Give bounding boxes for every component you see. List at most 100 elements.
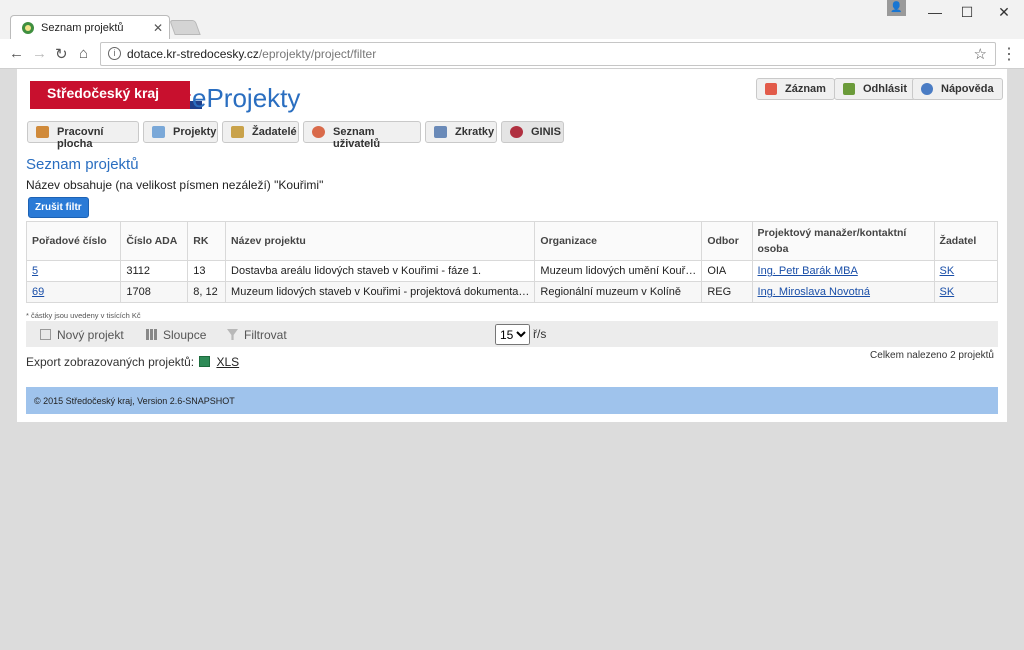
cell-project-name: Muzeum lidových staveb v Kouřimi - proje… [225,281,536,303]
back-icon[interactable]: ← [9,45,24,62]
applicant-link[interactable]: SK [940,265,955,277]
column-header[interactable]: Projektový manažer/kontaktní osoba [751,221,935,261]
column-header[interactable]: Žadatel [933,221,999,261]
calendar-icon [765,83,777,95]
cell-rk: 13 [187,260,227,282]
home-icon [36,126,49,138]
record-button[interactable]: Záznam [756,78,835,100]
help-icon [921,83,933,95]
app-brand: eProjekty [192,83,301,113]
columns-label: Sloupce [163,328,207,342]
cell-department: REG [701,281,753,303]
new-document-icon [40,329,51,340]
applicant-link[interactable]: SK [940,286,955,298]
column-header[interactable]: Pořadové číslo [25,221,122,261]
cell-applicant: SK [933,260,999,282]
scissors-icon [434,126,447,138]
forward-icon[interactable]: → [32,45,47,62]
cell-order-number: 5 [25,260,122,282]
project-link[interactable]: 5 [32,265,38,277]
filter-label: Filtrovat [244,328,287,342]
home-icon[interactable]: ⌂ [79,45,88,62]
excel-icon [199,356,211,367]
new-project-label: Nový projekt [57,328,124,342]
site-info-icon[interactable]: i [108,47,121,60]
table-row: 69 1708 8, 12 Muzeum lidových staveb v K… [25,281,999,303]
browser-tabstrip: Seznam projektů ✕ 👤 — ☐ ✕ [0,0,1024,40]
filter-description: Název obsahuje (na velikost písmen nezál… [26,178,324,192]
nav-applicants[interactable]: Žadatelé [222,121,299,143]
user-profile-icon[interactable]: 👤 [887,0,906,16]
window-close-icon[interactable]: ✕ [990,4,1018,24]
new-project-button[interactable]: Nový projekt [40,328,124,342]
url-path: /eprojekty/project/filter [258,47,377,61]
filter-button[interactable]: Filtrovat [227,328,287,342]
logo-text: Středočeský kraj [47,85,160,101]
total-count: Celkem nalezeno 2 projektů [870,350,994,361]
browser-tab[interactable]: Seznam projektů ✕ [10,15,170,40]
address-bar[interactable]: i dotace.kr-stredocesky.cz/eprojekty/pro… [100,42,996,66]
nav-user-list[interactable]: Seznam uživatelů [303,121,421,150]
cell-organization: Regionální muzeum v Kolíně [534,281,703,303]
new-tab-button[interactable] [169,20,201,35]
export-row: Export zobrazovaných projektů: XLS [26,355,239,369]
bookmark-star-icon[interactable]: ☆ [974,45,987,63]
export-label: Export zobrazovaných projektů: [26,355,195,369]
grid-toolbar: Nový projekt Sloupce Filtrovat 15 ř/s [26,321,998,347]
nav-projects[interactable]: Projekty [143,121,218,143]
export-xls-link[interactable]: XLS [216,355,239,369]
url-text: dotace.kr-stredocesky.cz/eprojekty/proje… [127,47,376,61]
nav-shortcuts[interactable]: Zkratky [425,121,497,143]
currency-note: * částky jsou uvedeny v tisících Kč [26,311,141,320]
nav-ginis[interactable]: GINIS [501,121,564,143]
logout-button-label: Odhlásit [863,83,908,95]
tab-title: Seznam projektů [41,22,124,34]
columns-button[interactable]: Sloupce [146,328,206,342]
nav-ginis-label: GINIS [531,126,561,138]
project-link[interactable]: 69 [32,286,44,298]
logout-icon [843,83,855,95]
clear-filter-button[interactable]: Zrušit filtr [28,197,89,218]
region-logo[interactable]: Středočeský kraj [30,81,190,109]
nav-user-list-label: Seznam uživatelů [333,126,381,150]
column-header[interactable]: RK [187,221,227,261]
projects-table: Pořadové číslo Číslo ADA RK Název projek… [25,221,999,303]
page-size-unit: ř/s [533,327,547,341]
record-button-label: Záznam [785,83,826,95]
nav-shortcuts-label: Zkratky [455,126,495,138]
browser-menu-icon[interactable]: ⋮ [1001,44,1017,64]
page-size-select[interactable]: 15 [495,324,530,345]
cell-ada-number: 1708 [120,281,189,303]
cell-department: OIA [701,260,753,282]
logo-arrow [177,81,191,109]
column-header[interactable]: Název projektu [225,221,536,261]
minimize-icon[interactable]: — [921,4,949,24]
cell-order-number: 69 [25,281,122,303]
manager-link[interactable]: Ing. Petr Barák MBA [758,265,858,277]
site-favicon-icon [22,22,34,34]
gear-icon [510,126,523,138]
nav-dashboard-label: Pracovní plocha [57,126,104,150]
help-button[interactable]: Nápověda [912,78,1003,100]
column-header[interactable]: Číslo ADA [120,221,189,261]
document-icon [152,126,165,138]
maximize-icon[interactable]: ☐ [953,4,981,24]
user-icon [312,126,325,138]
footer-text: © 2015 Středočeský kraj, Version 2.6-SNA… [34,396,235,406]
table-row: 5 3112 13 Dostavba areálu lidových stave… [25,260,999,282]
columns-icon [146,329,157,340]
column-header[interactable]: Organizace [534,221,703,261]
page-content: Středočeský kraj eProjekty Záznam Odhlás… [17,69,1007,422]
manager-link[interactable]: Ing. Miroslava Novotná [758,286,871,298]
cell-applicant: SK [933,281,999,303]
funnel-icon [227,329,238,340]
cell-rk: 8, 12 [187,281,227,303]
cell-project-name: Dostavba areálu lidových staveb v Kouřim… [225,260,536,282]
nav-applicants-label: Žadatelé [252,126,297,138]
logout-button[interactable]: Odhlásit [834,78,917,100]
reload-icon[interactable]: ↻ [55,45,68,63]
column-header[interactable]: Odbor [701,221,753,261]
nav-dashboard[interactable]: Pracovní plocha [27,121,139,150]
browser-toolbar: ← → ↻ ⌂ i dotace.kr-stredocesky.cz/eproj… [0,39,1024,69]
tab-close-icon[interactable]: ✕ [153,21,163,35]
